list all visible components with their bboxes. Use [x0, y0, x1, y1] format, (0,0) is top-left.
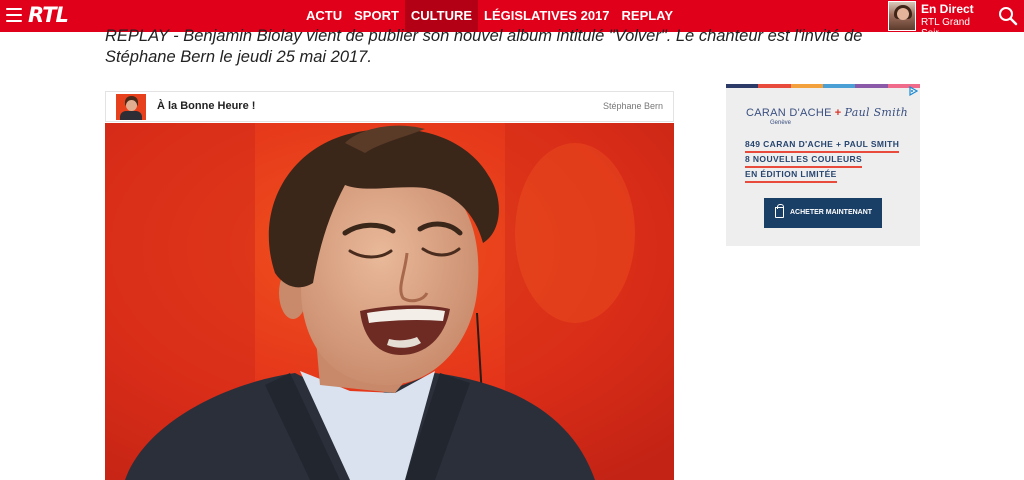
- search-icon[interactable]: [998, 6, 1018, 26]
- hero-photo: [105, 123, 674, 480]
- ad-brand-lockup: CARAN D'ACHE + Paul Smith: [746, 106, 908, 119]
- shopping-bag-icon: [775, 204, 784, 218]
- episode-thumbnail: [116, 94, 146, 120]
- hero-photo-illustration: [105, 123, 674, 480]
- ad-color-stripe: [726, 84, 920, 88]
- ad-brand-city: Genève: [770, 120, 792, 126]
- advertisement-banner[interactable]: CARAN D'ACHE + Paul Smith Genève 849 CARAN…: [726, 84, 920, 246]
- ad-buy-now-button[interactable]: ACHETER MAINTENANT: [764, 198, 882, 228]
- rtl-logo[interactable]: RTL: [28, 3, 69, 27]
- hamburger-menu-icon[interactable]: [6, 8, 22, 22]
- ad-brand-paul-smith: Paul Smith: [844, 106, 909, 119]
- episode-bar[interactable]: À la Bonne Heure ! Stéphane Bern: [105, 91, 674, 122]
- ad-buy-now-label: ACHETER MAINTENANT: [790, 209, 873, 216]
- episode-author: Stéphane Bern: [602, 101, 663, 111]
- article-intro: REPLAY - Benjamin Biolay vient de publie…: [105, 27, 863, 66]
- adchoices-icon[interactable]: [908, 86, 918, 96]
- live-title: En Direct: [921, 2, 974, 16]
- ad-brand-caran-dache: CARAN D'ACHE: [746, 107, 832, 119]
- episode-title: À la Bonne Heure !: [157, 100, 256, 112]
- ad-line-2: 8 NOUVELLES COULEURS: [745, 154, 863, 168]
- ad-line-3: EN ÉDITION LIMITÉE: [745, 169, 837, 183]
- ad-line-1: 849 CARAN D'ACHE + PAUL SMITH: [745, 139, 900, 153]
- ad-brand-plus: +: [834, 107, 842, 119]
